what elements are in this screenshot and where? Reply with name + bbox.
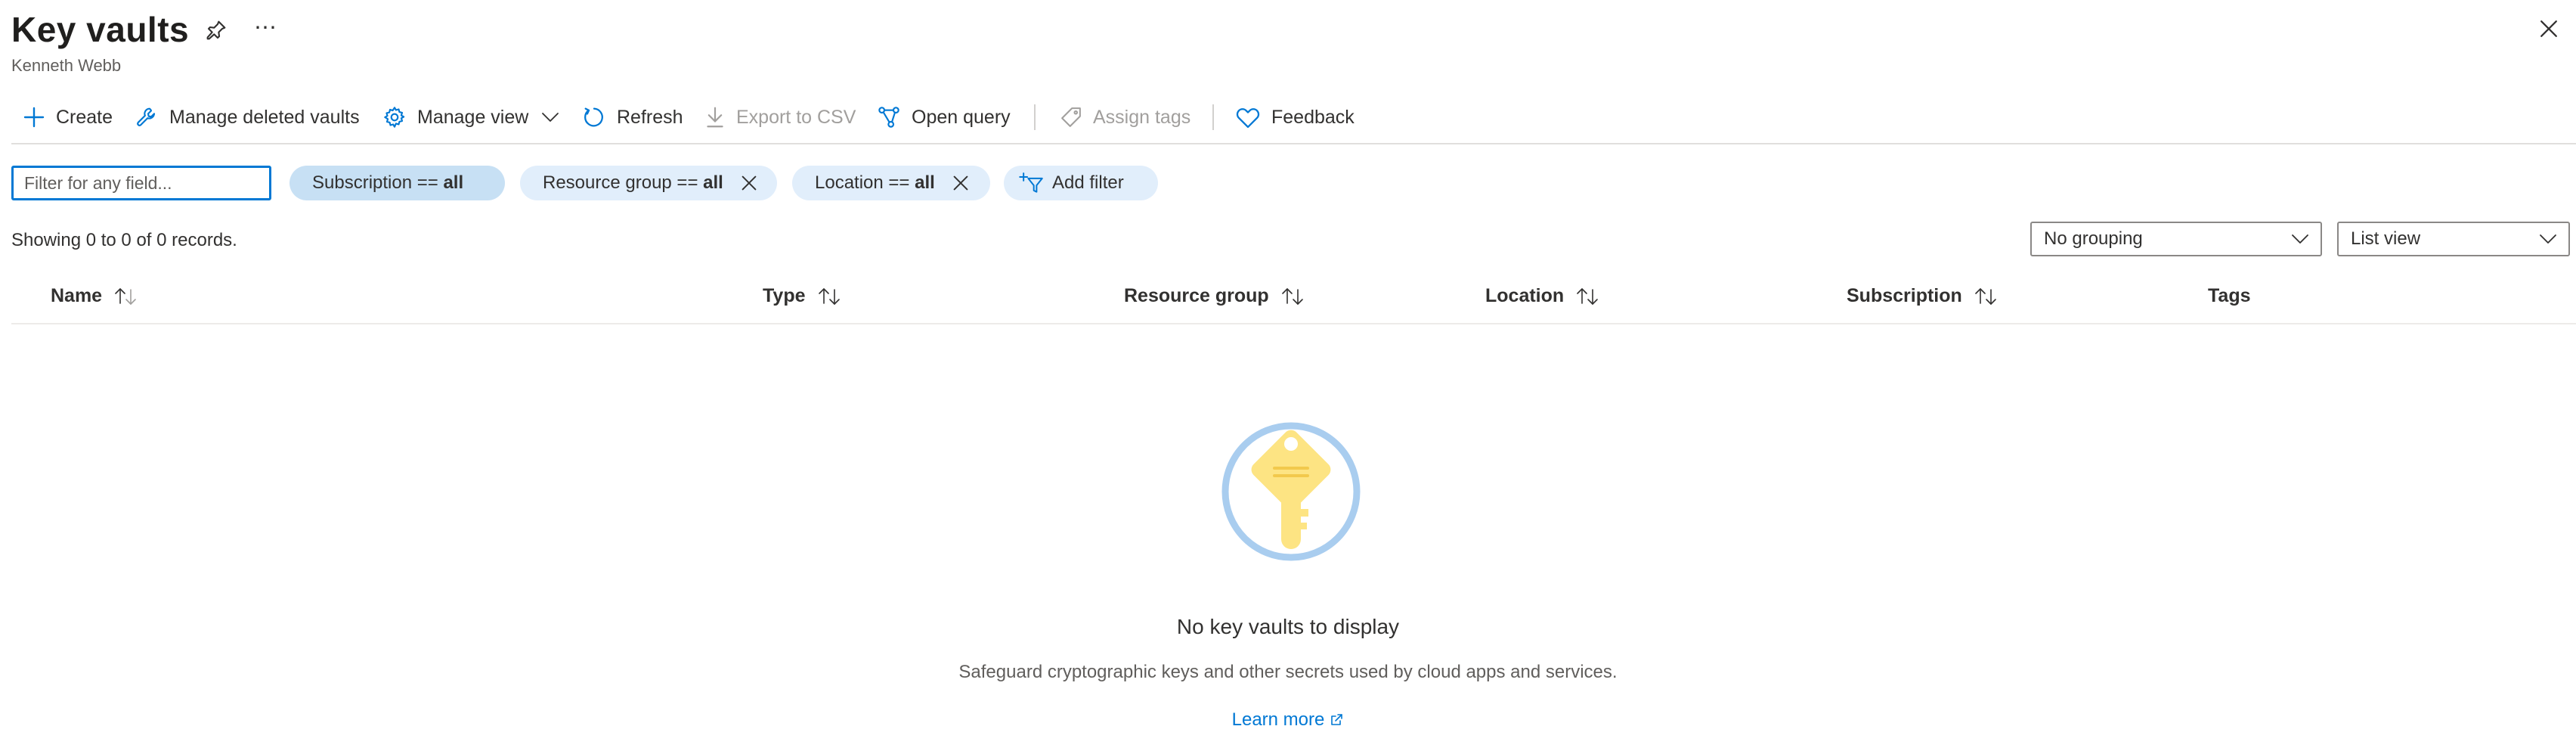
feedback-label: Feedback [1271, 106, 1355, 128]
sort-icon [1574, 287, 1600, 306]
manage-view-label: Manage view [417, 106, 529, 128]
page-subtitle: Kenneth Webb [11, 56, 122, 75]
external-link-icon [1329, 712, 1344, 728]
sort-icon [1280, 287, 1305, 306]
location-filter-pill[interactable]: Location == all [792, 166, 990, 200]
more-icon[interactable]: ⋯ [254, 17, 277, 39]
manage-deleted-vaults-label: Manage deleted vaults [169, 106, 360, 128]
export-to-csv-label: Export to CSV [736, 106, 856, 128]
table-header-divider [11, 323, 2576, 324]
resource-group-filter-pill[interactable]: Resource group == all [520, 166, 777, 200]
wrench-icon [135, 105, 159, 129]
column-header-location[interactable]: Location [1485, 285, 1600, 307]
column-header-resource-group[interactable]: Resource group [1124, 285, 1305, 307]
grouping-selected: No grouping [2044, 228, 2143, 249]
subscription-filter-value: all [443, 172, 464, 193]
grouping-dropdown[interactable]: No grouping [2030, 222, 2322, 256]
sort-icon [1973, 287, 1999, 306]
refresh-button[interactable]: Refresh [582, 95, 683, 140]
chevron-down-icon [2290, 232, 2310, 246]
download-icon [704, 106, 726, 129]
chevron-down-icon [540, 110, 560, 124]
filter-input[interactable] [11, 166, 271, 200]
create-label: Create [56, 106, 113, 128]
plus-icon [23, 106, 45, 129]
empty-state-learn-more: Learn more [0, 709, 2576, 731]
empty-state-description: Safeguard cryptographic keys and other s… [958, 662, 1618, 682]
remove-filter-close-icon[interactable] [952, 174, 970, 192]
toolbar-divider [1212, 104, 1214, 130]
column-resource-group-label: Resource group [1124, 285, 1269, 306]
learn-more-label: Learn more [1231, 709, 1325, 730]
column-header-tags: Tags [2208, 285, 2251, 307]
refresh-icon [582, 105, 606, 129]
column-type-label: Type [763, 285, 806, 306]
column-tags-label: Tags [2208, 285, 2251, 306]
subscription-filter-pill[interactable]: Subscription == all [289, 166, 505, 200]
sort-icon [816, 287, 842, 306]
location-filter-label: Location == [815, 172, 915, 193]
page-title: Key vaults [11, 10, 190, 49]
key-vault-illustration [1219, 420, 1363, 563]
feedback-button[interactable]: Feedback [1235, 95, 1355, 140]
records-count: Showing 0 to 0 of 0 records. [11, 230, 237, 250]
command-bar: Create Manage deleted vaults Manage view… [0, 95, 2576, 140]
export-to-csv-button[interactable]: Export to CSV [704, 95, 856, 140]
filter-add-icon [1019, 172, 1043, 194]
view-dropdown[interactable]: List view [2337, 222, 2570, 256]
close-icon[interactable] [2538, 18, 2559, 39]
subscription-filter-label: Subscription == [312, 172, 444, 193]
resource-group-filter-label: Resource group == [543, 172, 704, 193]
column-header-type[interactable]: Type [763, 285, 842, 307]
location-filter-value: all [915, 172, 935, 193]
sort-ascending-icon [113, 287, 138, 306]
add-filter-button[interactable]: Add filter [1004, 166, 1158, 200]
refresh-label: Refresh [617, 106, 683, 128]
column-header-subscription[interactable]: Subscription [1847, 285, 1999, 307]
view-selected: List view [2351, 228, 2421, 249]
remove-filter-close-icon[interactable] [740, 174, 758, 192]
create-button[interactable]: Create [23, 95, 113, 140]
tag-icon [1060, 106, 1082, 129]
assign-tags-label: Assign tags [1093, 106, 1191, 128]
empty-state-title: No key vaults to display [1176, 615, 1400, 638]
resource-group-filter-value: all [703, 172, 723, 193]
chevron-down-icon [2538, 232, 2558, 246]
column-subscription-label: Subscription [1847, 285, 1962, 306]
open-query-button[interactable]: Open query [877, 95, 1011, 140]
manage-view-button[interactable]: Manage view [382, 95, 560, 140]
add-filter-label: Add filter [1052, 172, 1124, 193]
manage-deleted-vaults-button[interactable]: Manage deleted vaults [135, 95, 360, 140]
column-header-name[interactable]: Name [51, 285, 138, 307]
column-name-label: Name [51, 285, 103, 306]
column-location-label: Location [1485, 285, 1565, 306]
gear-icon [382, 105, 407, 129]
toolbar-divider-line [11, 143, 2576, 144]
heart-icon [1235, 106, 1261, 129]
assign-tags-button[interactable]: Assign tags [1060, 95, 1190, 140]
toolbar-divider [1034, 104, 1036, 130]
open-query-label: Open query [912, 106, 1011, 128]
learn-more-link[interactable]: Learn more [1232, 709, 1345, 731]
query-icon [877, 105, 901, 129]
pin-icon[interactable] [204, 18, 228, 42]
